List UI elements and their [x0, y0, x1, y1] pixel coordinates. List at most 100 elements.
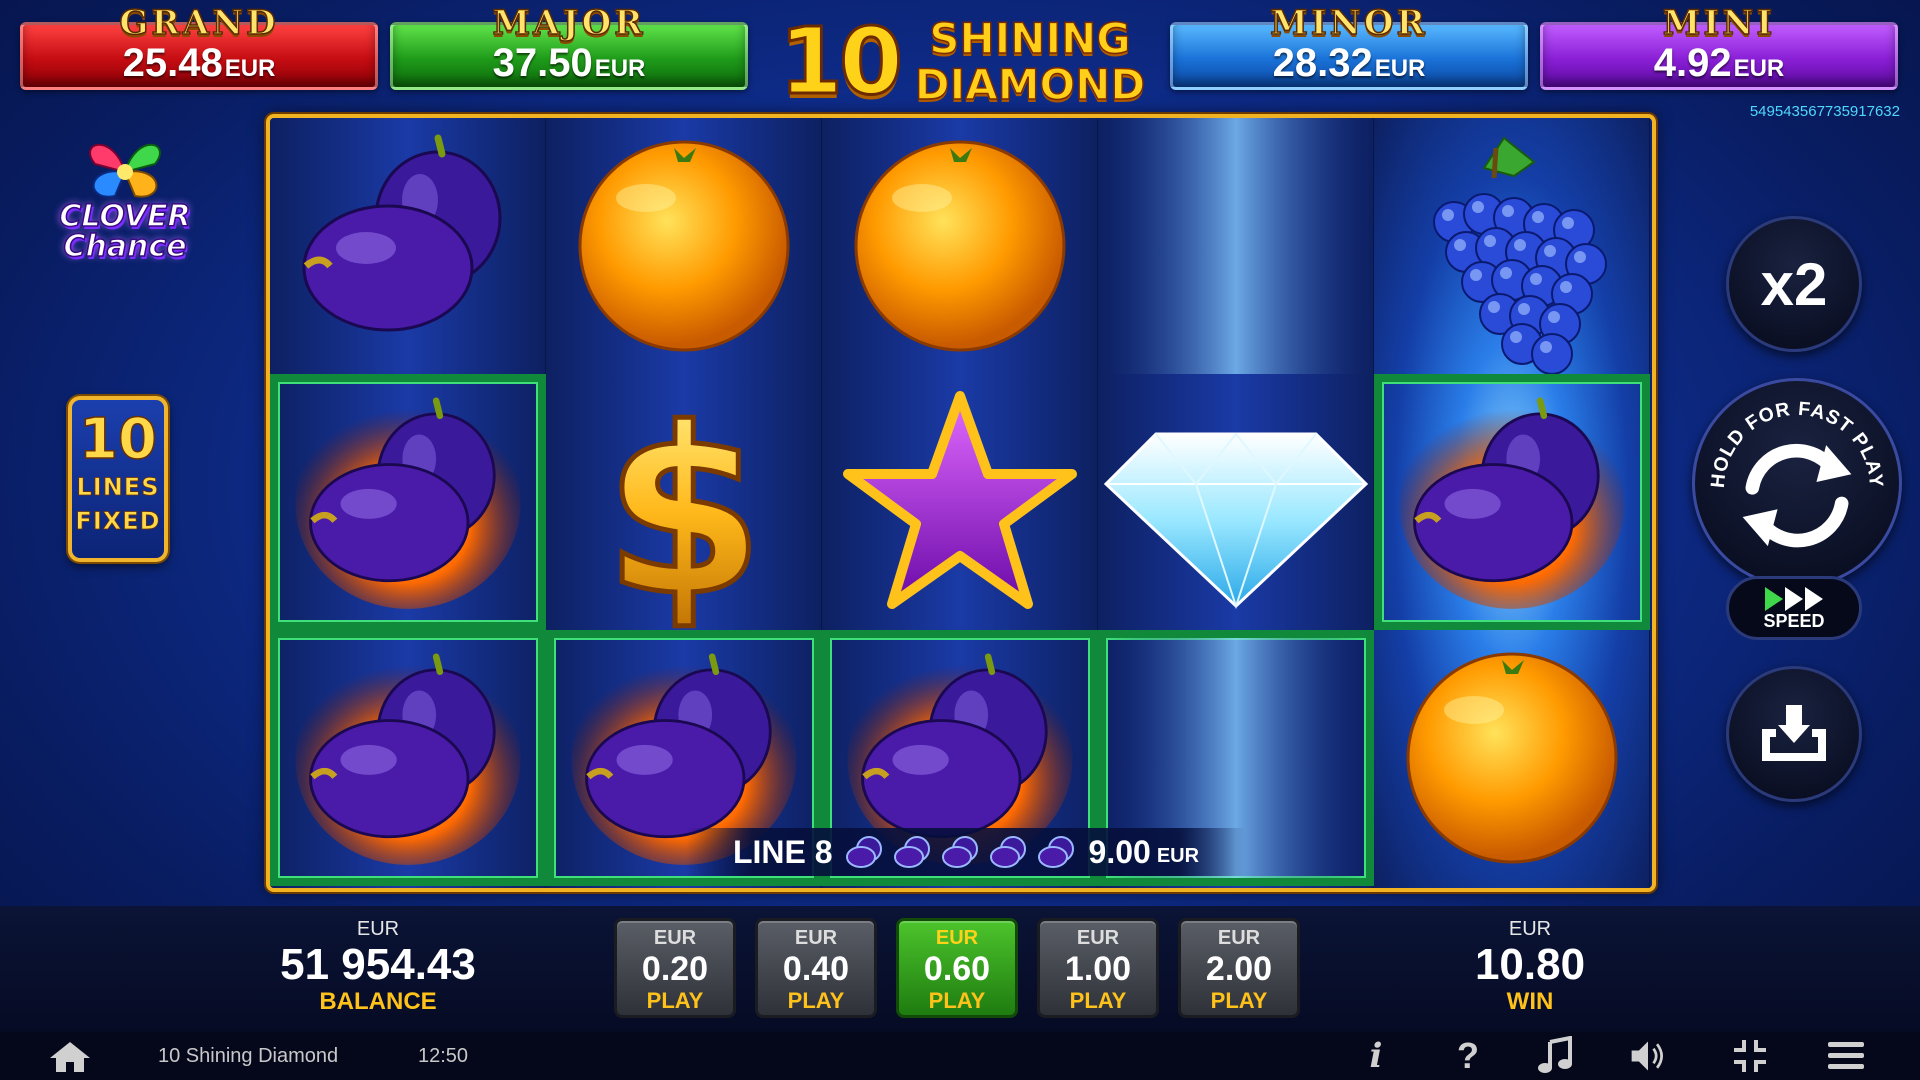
diamond-icon: [1103, 432, 1369, 610]
svg-text:$: $: [604, 380, 764, 630]
reel-3: [822, 118, 1098, 888]
bet-value: 0.40: [782, 950, 850, 988]
logo-number: 10: [777, 7, 904, 117]
footer-game-title: 10 Shining Diamond: [158, 1045, 339, 1067]
bet-button-0-40[interactable]: EUR 0.40 PLAY: [755, 918, 877, 1018]
win-display: EUR 10.80 WIN: [1430, 918, 1630, 1015]
balance-display: EUR 51 954.43 BALANCE: [250, 918, 506, 1015]
symbol-plum-fire: [1374, 374, 1650, 630]
bet-play-label: PLAY: [787, 988, 845, 1013]
collect-button[interactable]: [1726, 666, 1862, 802]
footer-clock: 12:50: [418, 1045, 469, 1067]
speed-button[interactable]: SPEED: [1726, 576, 1862, 640]
symbol-diamond: [1098, 374, 1374, 630]
plum-fire-icon: [295, 653, 521, 865]
jackpot-minor: MINOR 28.32EUR: [1170, 2, 1528, 90]
lines-word: LINES: [76, 473, 160, 502]
orange-icon: [854, 140, 1066, 352]
reel-1: [270, 118, 546, 888]
home-icon[interactable]: [48, 1040, 92, 1074]
bet-button-0-20[interactable]: EUR 0.20 PLAY: [614, 918, 736, 1018]
x2-label: x2: [1760, 250, 1828, 318]
bet-currency: EUR: [1076, 927, 1120, 949]
balance-label: BALANCE: [319, 988, 437, 1015]
jackpot-major: MAJOR 37.50EUR: [390, 2, 748, 90]
menu-icon[interactable]: [1826, 1036, 1866, 1076]
balance-currency: EUR: [356, 918, 400, 940]
round-id: 5495435677359176​32: [1749, 103, 1900, 120]
symbol-star: [822, 374, 1098, 630]
plum-icon: [941, 836, 978, 868]
bet-value: 0.60: [923, 950, 991, 988]
symbol-plum-fire: [270, 374, 546, 630]
gamble-x2-button[interactable]: x2: [1726, 216, 1862, 352]
jackpot-mini-value: 4.92EUR: [1653, 41, 1785, 85]
bet-button-0-60[interactable]: EUR 0.60 PLAY: [896, 918, 1018, 1018]
line-symbols: [845, 835, 1077, 869]
bet-play-label: PLAY: [1069, 988, 1127, 1013]
game-logo: 10 SHINING DIAMOND: [775, 7, 1146, 117]
logo-line-2: DIAMOND: [914, 60, 1146, 109]
info-icon[interactable]: i: [1356, 1036, 1396, 1076]
light-icon: [1098, 118, 1374, 374]
jackpot-major-name: MAJOR: [492, 2, 646, 44]
symbol-dollar: $: [546, 374, 822, 631]
win-value: 10.80: [1474, 940, 1586, 989]
jackpot-major-value: 37.50EUR: [492, 41, 646, 85]
symbol-plum: [270, 118, 546, 374]
jackpot-grand-value: 25.48EUR: [122, 41, 276, 85]
bottom-panel: EUR 51 954.43 BALANCE EUR 0.20 PLAY EUR …: [0, 906, 1920, 1032]
bet-value: 2.00: [1205, 950, 1273, 988]
spin-button[interactable]: HOLD FOR FAST PLAY: [1692, 378, 1902, 588]
footer-bar: 10 Shining Diamond 12:50 i ?: [0, 1032, 1920, 1080]
plum-icon: [302, 134, 502, 332]
fullscreen-icon[interactable]: [1730, 1036, 1770, 1076]
bet-button-1-00[interactable]: EUR 1.00 PLAY: [1037, 918, 1159, 1018]
line-win-banner: LINE 8 9.00 EUR: [686, 828, 1246, 876]
plum-fire-icon: [295, 397, 521, 609]
reel-2: $: [546, 118, 822, 888]
music-icon[interactable]: [1536, 1036, 1576, 1076]
bet-currency: EUR: [935, 927, 979, 949]
symbol-orange: [546, 118, 822, 374]
symbol-grapes: [1374, 118, 1650, 374]
bet-button-2-00[interactable]: EUR 2.00 PLAY: [1178, 918, 1300, 1018]
bet-currency: EUR: [794, 927, 838, 949]
win-label: WIN: [1506, 988, 1554, 1015]
orange-icon: [1406, 652, 1618, 864]
jackpot-minor-value: 28.32EUR: [1272, 41, 1426, 85]
logo-line-1: SHINING: [929, 14, 1132, 63]
dollar-icon: $: [601, 378, 766, 631]
orange-icon: [578, 140, 790, 352]
clover-chance-logo: CLOVER Chance: [40, 122, 210, 287]
plum-icon: [989, 836, 1026, 868]
bet-value: 1.00: [1064, 950, 1132, 988]
symbol-orange: [1374, 630, 1650, 886]
win-currency: EUR: [1508, 918, 1552, 940]
help-icon[interactable]: ?: [1448, 1035, 1488, 1076]
collect-icon: [1762, 705, 1826, 761]
lines-fixed-badge: 10 LINES FIXED: [68, 396, 168, 562]
fixed-word: FIXED: [75, 507, 161, 536]
plum-icon: [893, 836, 930, 868]
bet-play-label: PLAY: [646, 988, 704, 1013]
plum-fire-icon: [1399, 397, 1625, 609]
bet-currency: EUR: [1217, 927, 1261, 949]
reels-area[interactable]: $: [266, 114, 1656, 892]
jackpot-minor-name: MINOR: [1270, 2, 1428, 44]
line-number: LINE 8: [732, 833, 833, 870]
symbol-light: [1098, 118, 1374, 374]
bet-value: 0.20: [641, 950, 709, 988]
plum-icon: [1037, 836, 1074, 868]
jackpot-grand-name: GRAND: [119, 2, 279, 44]
star-icon: [843, 391, 1077, 609]
sound-icon[interactable]: [1628, 1036, 1668, 1076]
logo-title: SHINING DIAMOND: [910, 14, 1150, 109]
clover-chance-text: CLOVER Chance: [59, 199, 192, 264]
line-win-currency: EUR: [1156, 844, 1200, 867]
svg-text:HOLD FOR FAST PLAY: HOLD FOR FAST PLAY: [1707, 398, 1887, 489]
bet-currency: EUR: [653, 927, 697, 949]
jackpot-mini-name: MINI: [1662, 2, 1776, 44]
reel-4: [1098, 118, 1374, 888]
symbol-plum-fire: [270, 630, 546, 886]
